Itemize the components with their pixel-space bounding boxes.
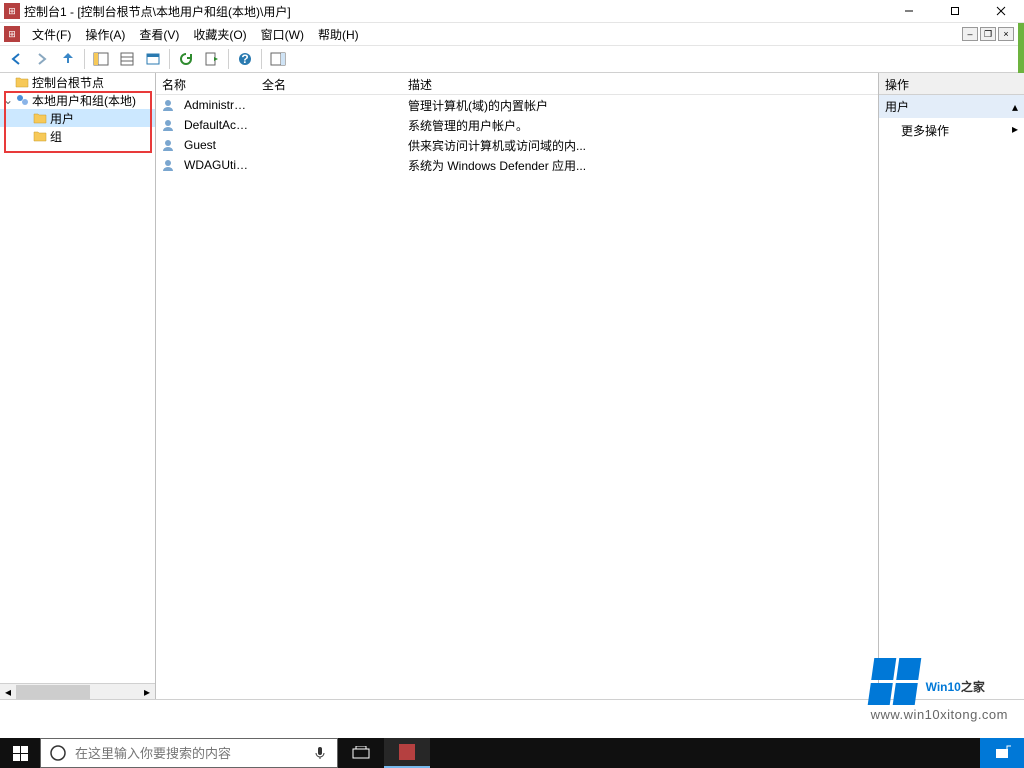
cell-name: DefaultAcc... bbox=[178, 118, 256, 132]
tree-label: 控制台根节点 bbox=[32, 74, 104, 91]
menu-help[interactable]: 帮助(H) bbox=[312, 24, 365, 45]
list-panel: 名称 全名 描述 Administrat... 管理计算机(域)的内置帐户 De… bbox=[156, 73, 879, 699]
titlebar: ⊞ 控制台1 - [控制台根节点\本地用户和组(本地)\用户] bbox=[0, 0, 1024, 23]
menu-file[interactable]: 文件(F) bbox=[26, 24, 77, 45]
folder-icon bbox=[32, 128, 48, 144]
help-button[interactable]: ? bbox=[233, 47, 257, 71]
user-icon bbox=[160, 157, 176, 173]
toolbar-separator bbox=[261, 49, 262, 69]
mdi-controls: – ❐ × bbox=[962, 27, 1020, 41]
up-button[interactable] bbox=[56, 47, 80, 71]
actions-context-label: 用户 bbox=[885, 98, 909, 115]
mdi-minimize-button[interactable]: – bbox=[962, 27, 978, 41]
menu-window[interactable]: 窗口(W) bbox=[255, 24, 310, 45]
tree-root-node[interactable]: 控制台根节点 bbox=[0, 73, 155, 91]
tree-panel: 控制台根节点 ⌄ 本地用户和组(本地) 用户 组 ◂ ▸ bbox=[0, 73, 156, 699]
actions-header: 操作 bbox=[879, 73, 1024, 95]
export-list-button[interactable] bbox=[115, 47, 139, 71]
cell-name: WDAGUtilit... bbox=[178, 158, 256, 172]
actions-context[interactable]: 用户 ▴ bbox=[879, 95, 1024, 118]
menubar: ⊞ 文件(F) 操作(A) 查看(V) 收藏夹(O) 窗口(W) 帮助(H) –… bbox=[0, 23, 1024, 45]
export-button[interactable] bbox=[200, 47, 224, 71]
mdi-close-button[interactable]: × bbox=[998, 27, 1014, 41]
tree-users[interactable]: 用户 bbox=[0, 109, 155, 127]
cell-name: Administrat... bbox=[178, 98, 256, 112]
menu-favorites[interactable]: 收藏夹(O) bbox=[187, 24, 252, 45]
window-title: 控制台1 - [控制台根节点\本地用户和组(本地)\用户] bbox=[24, 3, 886, 20]
list-item[interactable]: Guest 供来宾访问计算机或访问域的内... bbox=[156, 135, 878, 155]
column-name[interactable]: 名称 bbox=[156, 73, 256, 94]
list-item[interactable]: WDAGUtilit... 系统为 Windows Defender 应用... bbox=[156, 155, 878, 175]
minimize-button[interactable] bbox=[886, 0, 932, 23]
app-icon: ⊞ bbox=[4, 3, 20, 19]
toolbar-separator bbox=[84, 49, 85, 69]
start-button[interactable] bbox=[0, 738, 40, 768]
close-button[interactable] bbox=[978, 0, 1024, 23]
tree-label: 本地用户和组(本地) bbox=[32, 92, 136, 109]
scroll-right-icon[interactable]: ▸ bbox=[139, 685, 155, 699]
refresh-button[interactable] bbox=[174, 47, 198, 71]
cell-description: 管理计算机(域)的内置帐户 bbox=[402, 97, 878, 114]
content-area: 控制台根节点 ⌄ 本地用户和组(本地) 用户 组 ◂ ▸ 名称 全名 描述 bbox=[0, 73, 1024, 700]
column-fullname[interactable]: 全名 bbox=[256, 73, 402, 94]
tree-groups[interactable]: 组 bbox=[0, 127, 155, 145]
folder-icon bbox=[14, 74, 30, 90]
list-item[interactable]: Administrat... 管理计算机(域)的内置帐户 bbox=[156, 95, 878, 115]
window-controls bbox=[886, 0, 1024, 23]
scroll-indicator bbox=[1018, 23, 1024, 73]
tree-local-users-groups[interactable]: ⌄ 本地用户和组(本地) bbox=[0, 91, 155, 109]
status-area bbox=[0, 700, 1024, 738]
system-tray[interactable] bbox=[980, 738, 1024, 768]
svg-text:?: ? bbox=[241, 52, 248, 66]
folder-icon bbox=[32, 110, 48, 126]
chevron-right-icon: ▸ bbox=[1012, 122, 1018, 136]
taskbar-search[interactable] bbox=[40, 738, 338, 768]
actions-more-label: 更多操作 bbox=[901, 124, 949, 138]
toolbar: ? bbox=[0, 45, 1024, 73]
horizontal-scrollbar[interactable]: ◂ ▸ bbox=[0, 683, 155, 699]
search-input[interactable] bbox=[75, 740, 303, 766]
user-icon bbox=[160, 137, 176, 153]
menu-view[interactable]: 查看(V) bbox=[133, 24, 185, 45]
tree-label: 用户 bbox=[50, 110, 74, 127]
back-button[interactable] bbox=[4, 47, 28, 71]
list-item[interactable]: DefaultAcc... 系统管理的用户帐户。 bbox=[156, 115, 878, 135]
new-window-button[interactable] bbox=[141, 47, 165, 71]
actions-panel: 操作 用户 ▴ 更多操作 ▸ bbox=[879, 73, 1024, 699]
cell-description: 系统为 Windows Defender 应用... bbox=[402, 157, 878, 174]
scrollbar-thumb[interactable] bbox=[16, 685, 90, 699]
mdi-restore-button[interactable]: ❐ bbox=[980, 27, 996, 41]
microphone-icon[interactable] bbox=[303, 746, 337, 760]
cell-name: Guest bbox=[178, 138, 256, 152]
collapse-icon[interactable]: ⌄ bbox=[2, 93, 14, 107]
triangle-up-icon: ▴ bbox=[1012, 100, 1018, 114]
user-icon bbox=[160, 117, 176, 133]
column-description[interactable]: 描述 bbox=[402, 73, 878, 94]
actions-more[interactable]: 更多操作 ▸ bbox=[879, 118, 1024, 143]
windows-icon bbox=[13, 746, 28, 761]
scroll-left-icon[interactable]: ◂ bbox=[0, 685, 16, 699]
toolbar-separator bbox=[228, 49, 229, 69]
show-hide-action-pane-button[interactable] bbox=[266, 47, 290, 71]
task-view-button[interactable] bbox=[338, 738, 384, 768]
user-icon bbox=[160, 97, 176, 113]
menu-action[interactable]: 操作(A) bbox=[79, 24, 131, 45]
mmc-icon: ⊞ bbox=[4, 26, 20, 42]
cortana-icon bbox=[41, 744, 75, 762]
toolbar-separator bbox=[169, 49, 170, 69]
show-hide-tree-button[interactable] bbox=[89, 47, 113, 71]
cell-description: 系统管理的用户帐户。 bbox=[402, 117, 878, 134]
maximize-button[interactable] bbox=[932, 0, 978, 23]
taskbar-app-mmc[interactable] bbox=[384, 738, 430, 768]
list-body: Administrat... 管理计算机(域)的内置帐户 DefaultAcc.… bbox=[156, 95, 878, 699]
forward-button[interactable] bbox=[30, 47, 54, 71]
taskbar bbox=[0, 738, 1024, 768]
tree-label: 组 bbox=[50, 128, 62, 145]
list-header: 名称 全名 描述 bbox=[156, 73, 878, 95]
cell-description: 供来宾访问计算机或访问域的内... bbox=[402, 137, 878, 154]
users-groups-icon bbox=[14, 92, 30, 108]
